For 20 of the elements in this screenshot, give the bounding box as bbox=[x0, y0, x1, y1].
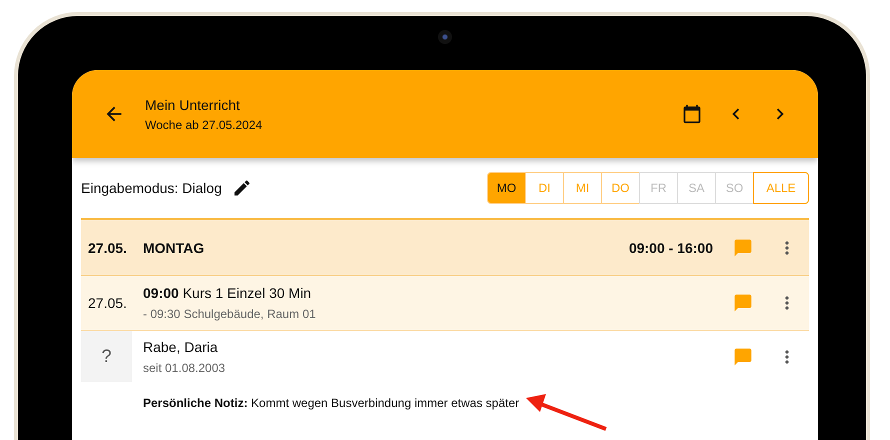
page-title: Mein Unterricht bbox=[145, 96, 241, 112]
weekday: MONTAG bbox=[143, 240, 206, 256]
all-days-button[interactable]: ALLE bbox=[753, 172, 809, 204]
day-tab[interactable]: MO bbox=[487, 172, 526, 204]
day-tab[interactable]: MI bbox=[563, 172, 602, 204]
day-date: 27.05. bbox=[87, 240, 128, 256]
lesson-title: 09:00 Kurs 1 Einzel 30 Min bbox=[143, 285, 312, 301]
lesson-date: 27.05. bbox=[87, 295, 128, 311]
personal-note: Persönliche Notiz: Kommt wegen Busverbindung immer etwas später bbox=[143, 396, 520, 410]
student-since: seit 01.08.2003 bbox=[143, 360, 226, 374]
question-mark: ? bbox=[101, 346, 112, 367]
day-tab[interactable]: DI bbox=[525, 172, 564, 204]
input-mode-label: Eingabemodus: Dialog bbox=[81, 180, 222, 196]
lesson-detail: - 09:30 Schulgebäude, Raum 01 bbox=[143, 307, 317, 321]
camera-icon bbox=[438, 30, 452, 44]
page-subtitle: Woche ab 27.05.2024 bbox=[145, 118, 264, 132]
student-name: Rabe, Daria bbox=[143, 338, 219, 354]
day-tab[interactable]: DO bbox=[601, 172, 640, 204]
working-hours: 09:00 - 16:00 bbox=[628, 240, 713, 256]
lesson-row[interactable]: 27.05. 09:00 Kurs 1 Einzel 30 Min - 09:30 Schulgebäude, Raum 01 bbox=[81, 276, 809, 331]
